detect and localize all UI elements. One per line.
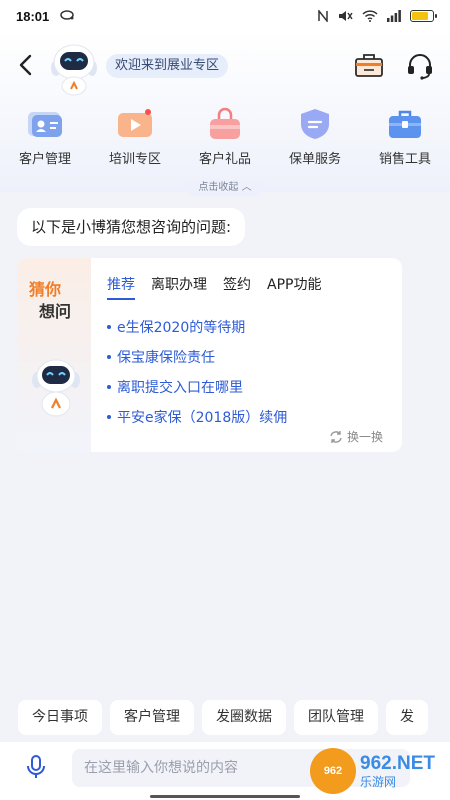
collapse-label: 点击收起 <box>198 182 239 193</box>
policy-shield-icon <box>295 106 335 142</box>
guess-title-1: 猜你 <box>29 280 62 299</box>
quick-label-policy-service: 保单服务 <box>288 152 341 167</box>
bullet-dot <box>107 385 111 389</box>
guess-side-panel: 猜你 想问 <box>17 258 91 452</box>
question-item[interactable]: 保宝康保险责任 <box>107 342 287 372</box>
chevron-up-icon: ︿ <box>241 182 252 193</box>
guess-tabs: 推荐 离职办理 签约 APP功能 <box>107 274 321 300</box>
shortcut-bar: 今日事项 客户管理 发圈数据 团队管理 发 <box>0 700 450 736</box>
status-time: 18:01 <box>16 8 50 24</box>
wifi-icon <box>362 10 378 22</box>
tab-resignation[interactable]: 离职办理 <box>151 274 207 300</box>
quick-item-training[interactable]: 培训专区 <box>90 106 180 170</box>
robot-mascot <box>29 354 83 420</box>
status-bar: 18:01 <box>0 0 450 32</box>
question-text: e生保2020的等待期 <box>117 320 246 336</box>
tab-recommend[interactable]: 推荐 <box>107 274 135 300</box>
shortcut-customer-management[interactable]: 客户管理 <box>110 700 194 735</box>
collapse-toggle[interactable]: 点击收起 ︿ <box>186 180 264 196</box>
quick-label-customer-management: 客户管理 <box>18 152 71 167</box>
question-text: 离职提交入口在哪里 <box>117 380 243 396</box>
gift-bag-icon <box>205 106 245 142</box>
question-item[interactable]: e生保2020的等待期 <box>107 312 287 342</box>
shortcut-team-management[interactable]: 团队管理 <box>294 700 378 735</box>
home-indicator <box>150 795 300 798</box>
robot-avatar <box>46 38 102 96</box>
quick-item-gifts[interactable]: 客户礼品 <box>180 106 270 170</box>
video-play-icon <box>115 106 155 142</box>
quick-item-policy-service[interactable]: 保单服务 <box>270 106 360 170</box>
customer-service-icon[interactable] <box>405 52 435 80</box>
shortcut-today-tasks[interactable]: 今日事项 <box>18 700 102 735</box>
bot-message: 以下是小博猜您想咨询的问题: <box>17 208 246 246</box>
refresh-button[interactable]: 换一换 <box>329 428 383 445</box>
microphone-icon[interactable] <box>24 754 48 780</box>
quick-item-customer-management[interactable]: 客户管理 <box>0 106 90 170</box>
bullet-dot <box>107 325 111 329</box>
tab-app-functions[interactable]: APP功能 <box>267 274 321 300</box>
nfc-icon <box>318 10 328 22</box>
quick-label-sales-tools: 销售工具 <box>378 152 431 167</box>
mute-icon <box>339 11 353 21</box>
sync-icon <box>59 9 75 24</box>
quick-menu: 客户管理 培训专区 客户礼品 保单服务 销售工具 <box>0 106 450 170</box>
question-item[interactable]: 离职提交入口在哪里 <box>107 372 287 402</box>
customer-card-icon <box>25 106 65 142</box>
briefcase-icon[interactable] <box>354 52 384 78</box>
question-list: e生保2020的等待期 保宝康保险责任 离职提交入口在哪里 平安e家保（2018… <box>107 312 287 432</box>
question-item[interactable]: 平安e家保（2018版）续佣 <box>107 402 287 432</box>
shortcut-moments-data[interactable]: 发圈数据 <box>202 700 286 735</box>
guess-title-2: 想问 <box>39 302 72 321</box>
bullet-dot <box>107 355 111 359</box>
guess-card: 猜你 想问 推荐 离职办理 签约 APP功能 e生保2020的等待期 保宝康保险… <box>17 258 402 452</box>
watermark-logo: 962 <box>310 748 356 794</box>
status-icons <box>318 10 437 22</box>
quick-label-gifts: 客户礼品 <box>198 152 251 167</box>
bullet-dot <box>107 415 111 419</box>
watermark: 962 962.NET 乐游网 <box>310 746 442 796</box>
back-icon[interactable] <box>12 50 38 80</box>
toolbox-icon <box>385 106 425 142</box>
signal-icon <box>387 10 401 22</box>
quick-label-training: 培训专区 <box>108 152 161 167</box>
tab-signing[interactable]: 签约 <box>223 274 251 300</box>
watermark-top: 962.NET <box>360 753 435 774</box>
watermark-bottom: 乐游网 <box>360 775 397 789</box>
quick-item-sales-tools[interactable]: 销售工具 <box>360 106 450 170</box>
question-text: 保宝康保险责任 <box>117 350 215 366</box>
header: 欢迎来到展业专区 <box>0 32 450 98</box>
watermark-text: 962.NET 乐游网 <box>360 754 435 788</box>
refresh-icon <box>330 430 342 443</box>
question-text: 平安e家保（2018版）续佣 <box>117 410 288 426</box>
shortcut-more[interactable]: 发 <box>386 700 428 735</box>
refresh-label: 换一换 <box>347 430 384 444</box>
welcome-bubble: 欢迎来到展业专区 <box>106 54 229 78</box>
battery-icon <box>410 10 437 22</box>
